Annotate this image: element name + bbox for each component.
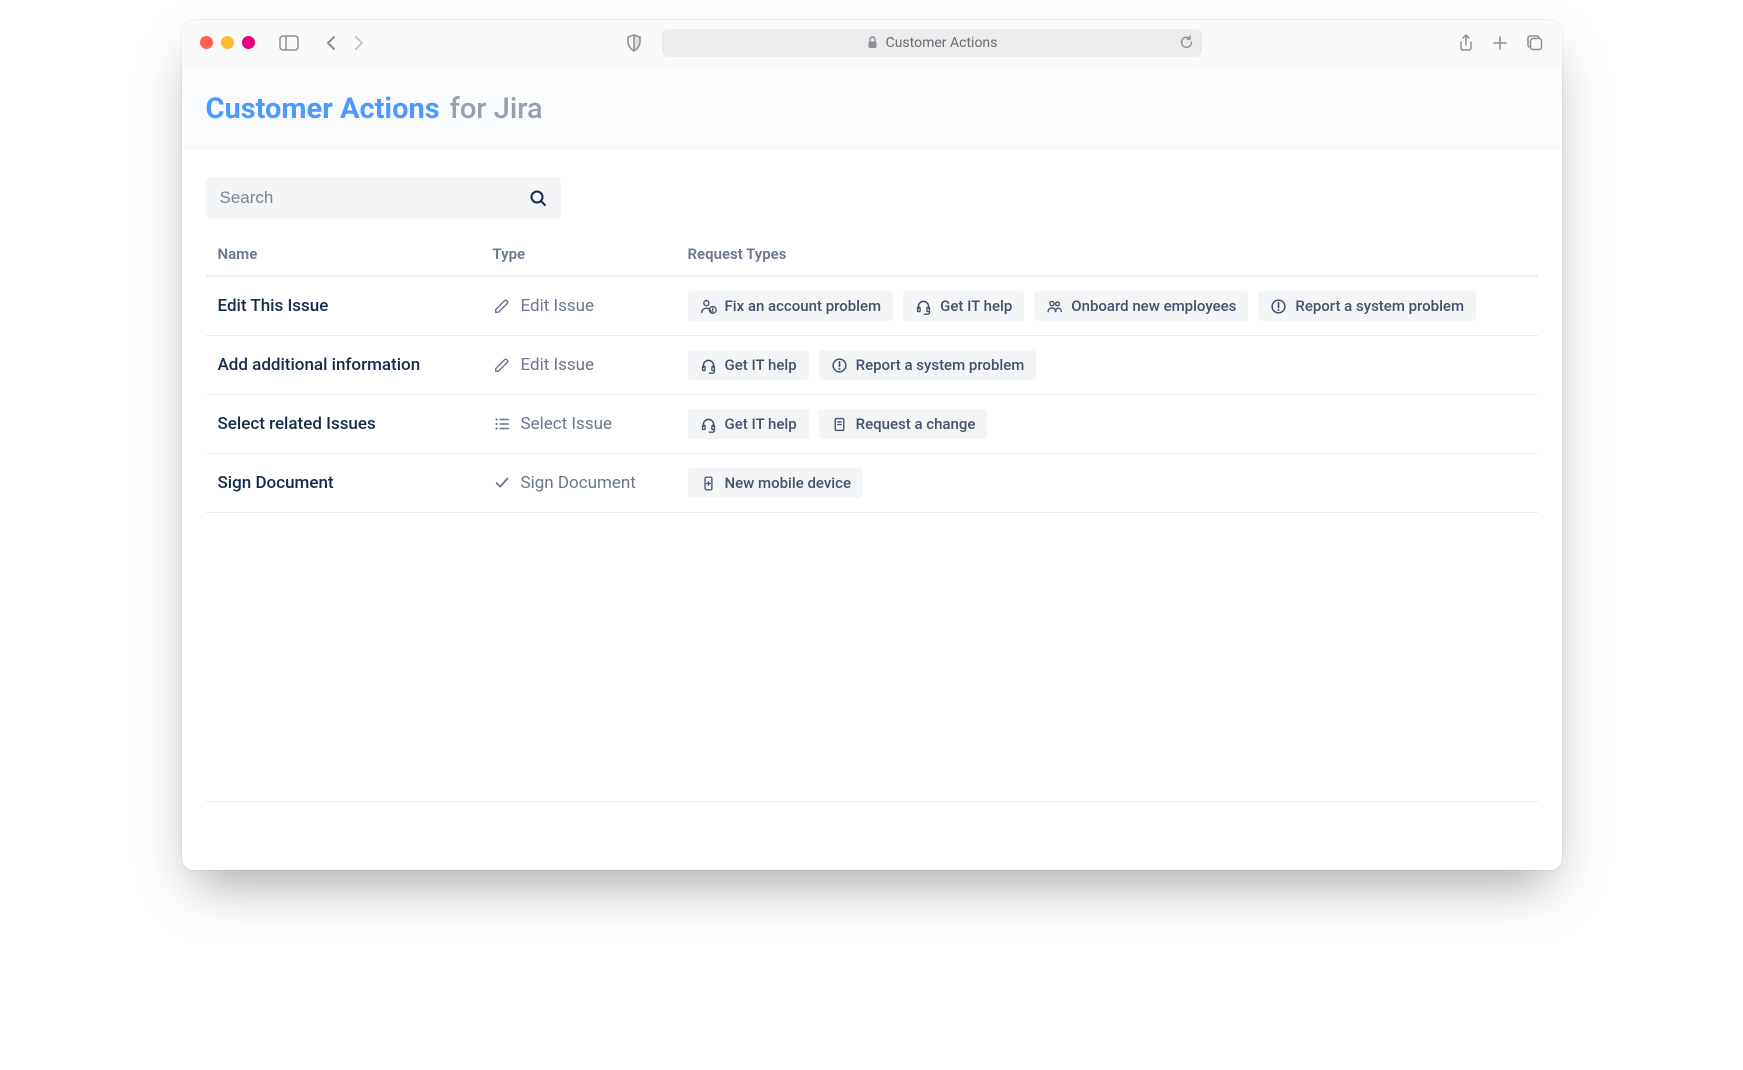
table-row[interactable]: Sign Document Sign Document New mobile dev… [206,454,1538,513]
list-icon [493,415,511,433]
row-request-types: Fix an account problem Get IT help Onboard… [688,291,1526,321]
tabs-overview-icon[interactable] [1526,34,1544,52]
share-icon[interactable] [1458,34,1474,52]
headset-icon [700,357,717,374]
footer-divider [206,801,1538,802]
main-content: Name Type Request Types Edit This IssueE… [182,149,1562,870]
alert-circle-icon [831,357,848,374]
table-header: Name Type Request Types [206,245,1538,277]
row-type: Select Issue [493,414,688,434]
request-type-label: Get IT help [940,297,1012,315]
column-header-request-types: Request Types [688,245,1526,263]
row-name: Select related Issues [218,414,493,434]
alert-circle-icon [1270,298,1287,315]
row-request-types: Get IT help Report a system problem [688,350,1526,380]
people-icon [1046,298,1063,315]
search-box[interactable] [206,177,561,219]
row-name: Sign Document [218,473,493,493]
new-tab-icon[interactable] [1492,34,1508,52]
pencil-icon [493,356,511,374]
headset-icon [700,416,717,433]
request-type-chip[interactable]: Request a change [819,409,988,439]
row-type-label: Edit Issue [521,355,595,375]
person-alert-icon [700,298,717,315]
app-title-secondary: for Jira [450,92,543,126]
request-type-label: Report a system problem [856,356,1025,374]
request-type-chip[interactable]: Get IT help [903,291,1024,321]
forward-button[interactable] [347,34,371,52]
table-row[interactable]: Select related Issues Select Issue Get IT … [206,395,1538,454]
row-type: Edit Issue [493,296,688,316]
request-type-label: New mobile device [725,474,851,492]
row-name: Edit This Issue [218,296,493,316]
privacy-shield-icon[interactable] [626,34,642,52]
address-bar[interactable]: Customer Actions [662,29,1202,57]
request-type-chip[interactable]: Fix an account problem [688,291,894,321]
check-icon [493,474,511,492]
row-request-types: Get IT help Request a change [688,409,1526,439]
row-type: Sign Document [493,473,688,493]
sidebar-toggle-icon[interactable] [279,35,299,51]
request-type-chip[interactable]: Get IT help [688,409,809,439]
address-bar-title: Customer Actions [886,35,998,51]
actions-table: Name Type Request Types Edit This IssueE… [206,245,1538,513]
table-row[interactable]: Edit This Issue Edit Issue Fix an account … [206,277,1538,336]
row-name: Add additional information [218,355,493,375]
request-type-chip[interactable]: Report a system problem [1258,291,1476,321]
row-request-types: New mobile device [688,468,1526,498]
request-type-chip[interactable]: New mobile device [688,468,863,498]
row-type-label: Sign Document [521,473,636,493]
headset-icon [915,298,932,315]
request-type-label: Get IT help [725,415,797,433]
column-header-type: Type [493,245,688,263]
request-type-label: Report a system problem [1295,297,1464,315]
row-type-label: Edit Issue [521,296,595,316]
chrome-right-controls [1458,34,1544,52]
pencil-icon [493,297,511,315]
row-type-label: Select Issue [521,414,613,434]
nav-arrows [319,34,371,52]
book-icon [831,416,848,433]
column-header-name: Name [218,245,493,263]
request-type-chip[interactable]: Onboard new employees [1034,291,1248,321]
table-body: Edit This Issue Edit Issue Fix an account … [206,277,1538,513]
request-type-chip[interactable]: Get IT help [688,350,809,380]
app-title-primary: Customer Actions [206,92,440,126]
phone-plus-icon [700,475,717,492]
maximize-window-button[interactable] [242,36,255,49]
table-row[interactable]: Add additional information Edit Issue Get … [206,336,1538,395]
minimize-window-button[interactable] [221,36,234,49]
request-type-label: Request a change [856,415,976,433]
reload-icon[interactable] [1179,35,1194,50]
request-type-label: Get IT help [725,356,797,374]
close-window-button[interactable] [200,36,213,49]
search-input[interactable] [220,188,529,208]
lock-icon [867,36,878,49]
back-button[interactable] [319,34,343,52]
request-type-chip[interactable]: Report a system problem [819,350,1037,380]
browser-window: Customer Actions Customer Actions for Ji… [182,20,1562,870]
search-icon [529,189,547,207]
row-type: Edit Issue [493,355,688,375]
traffic-lights [200,36,255,49]
request-type-label: Fix an account problem [725,297,882,315]
browser-chrome: Customer Actions [182,20,1562,66]
request-type-label: Onboard new employees [1071,297,1236,315]
app-header: Customer Actions for Jira [182,66,1562,149]
